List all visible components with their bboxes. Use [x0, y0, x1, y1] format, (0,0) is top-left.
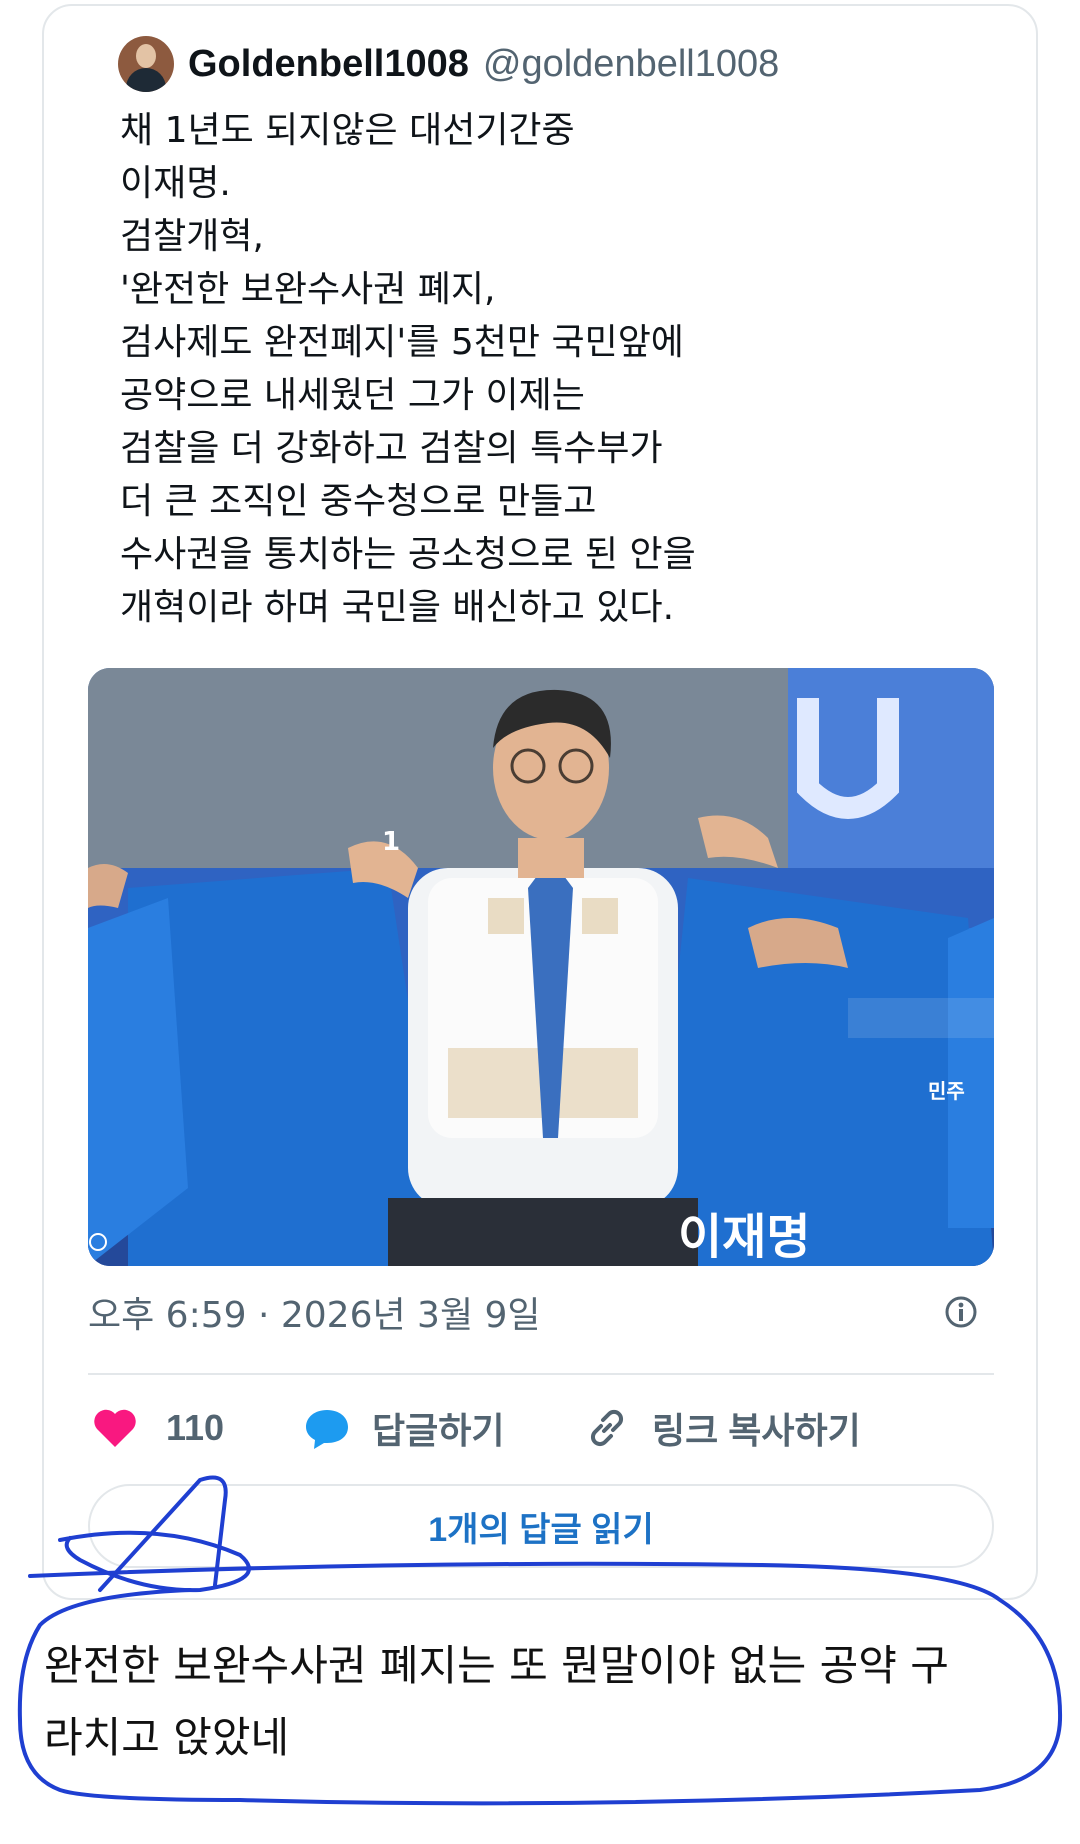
tweet-timestamp[interactable]: 오후 6:59 · 2026년 3월 9일 [88, 1286, 541, 1338]
tweet-text-line: '완전한 보완수사권 폐지, [120, 269, 496, 310]
tweet-actions: 110 답글하기 링크 복사하기 [88, 1396, 994, 1460]
info-icon[interactable] [944, 1295, 978, 1329]
author-handle[interactable]: @goldenbell1008 [483, 43, 779, 86]
heart-icon [94, 1409, 136, 1447]
author-display-name[interactable]: Goldenbell1008 [188, 43, 469, 86]
tweet-text-line: 검사제도 완전폐지'를 5천만 국민앞에 [120, 322, 684, 363]
photo-sign-text: 이재명 [678, 1209, 810, 1265]
comment-line: 라치고 앉았네 [44, 1713, 290, 1762]
avatar[interactable] [118, 36, 174, 92]
like-count: 110 [166, 1407, 225, 1448]
tweet-text-line: 채 1년도 되지않은 대선기간중 [120, 110, 575, 151]
copy-link-label: 링크 복사하기 [652, 1410, 861, 1451]
like-button[interactable]: 110 [92, 1396, 224, 1460]
tweet-text-line: 더 큰 조직인 중수청으로 만들고 [120, 481, 597, 522]
reply-button[interactable]: 답글하기 [304, 1396, 504, 1460]
link-icon [590, 1409, 624, 1447]
tweet-text: 채 1년도 되지않은 대선기간중 이재명. 검찰개혁, '완전한 보완수사권 폐… [120, 104, 980, 634]
tweet-text-line: 수사권을 통치하는 공소청으로 된 안을 [120, 534, 696, 575]
tweet-text-line: 검찰을 더 강화하고 검찰의 특수부가 [120, 428, 663, 469]
photo-party-mark: 민주 [928, 1079, 965, 1103]
comment-text: 완전한 보완수사권 폐지는 또 뭔말이야 없는 공약 구 라치고 앉았네 [44, 1630, 1024, 1774]
comment-line: 완전한 보완수사권 폐지는 또 뭔말이야 없는 공약 구 [44, 1641, 949, 1690]
reply-bubble-icon [306, 1410, 348, 1449]
photo-illustration: 이재명 민주 1 [88, 668, 994, 1266]
tweet-author[interactable]: Goldenbell1008 @goldenbell1008 [118, 36, 779, 92]
tweet-text-line: 이재명. [120, 163, 231, 204]
read-replies-button[interactable]: 1개의 답글 읽기 [88, 1484, 994, 1568]
tweet-text-line: 검찰개혁, [120, 216, 264, 257]
copy-link-button[interactable]: 링크 복사하기 [584, 1396, 861, 1460]
tweet-photo[interactable]: 이재명 민주 1 [88, 668, 994, 1266]
photo-cap-number: 1 [382, 827, 400, 857]
tweet-text-line: 개혁이라 하며 국민을 배신하고 있다. [120, 587, 675, 628]
read-replies-label: 1개의 답글 읽기 [428, 1510, 654, 1549]
reply-label: 답글하기 [372, 1410, 505, 1451]
tweet-text-line: 공약으로 내세웠던 그가 이제는 [120, 375, 585, 416]
divider [88, 1373, 994, 1375]
